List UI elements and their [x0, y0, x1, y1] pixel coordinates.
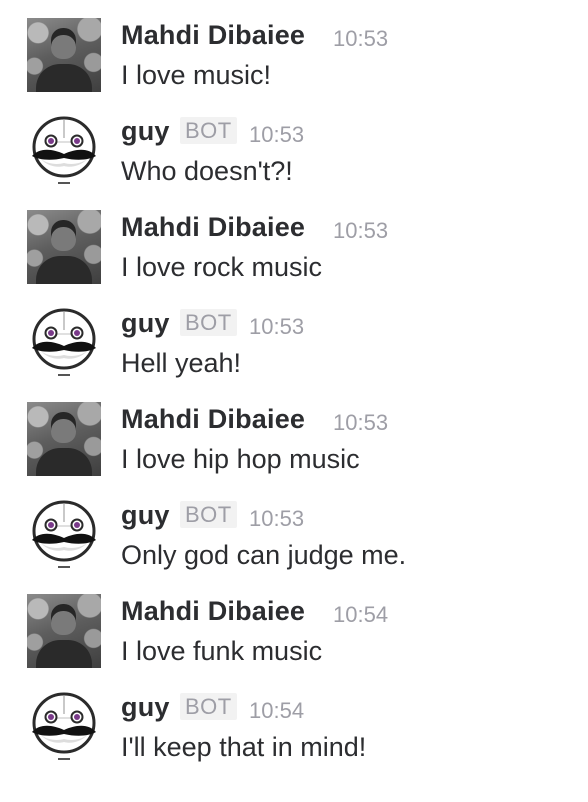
message-timestamp[interactable]: 10:53: [333, 218, 388, 244]
sender-name[interactable]: guy: [121, 116, 170, 147]
sender-name[interactable]: guy: [121, 500, 170, 531]
bot-badge: BOT: [180, 117, 237, 144]
mustache-robot-icon: [32, 500, 96, 568]
user-avatar[interactable]: [27, 210, 101, 284]
mustache-robot-icon: [32, 116, 96, 184]
message-text: I'll keep that in mind!: [121, 732, 367, 762]
message-text: I love funk music: [121, 636, 323, 666]
message-item: guy BOT 10:53 Who doesn't?!: [0, 96, 588, 192]
message-timestamp[interactable]: 10:53: [249, 314, 304, 340]
mustache-robot-icon: [32, 308, 96, 376]
message-timestamp[interactable]: 10:53: [333, 410, 388, 436]
bot-avatar[interactable]: [27, 690, 101, 764]
sender-name[interactable]: guy: [121, 308, 170, 339]
sender-name[interactable]: guy: [121, 692, 170, 723]
avatar-head: [51, 412, 76, 443]
message-item: guy BOT 10:53 Hell yeah!: [0, 288, 588, 384]
message-text: I love rock music: [121, 252, 323, 282]
bot-badge: BOT: [180, 501, 237, 528]
sender-name[interactable]: Mahdi Dibaiee: [121, 596, 305, 627]
message-item: guy BOT 10:53 Only god can judge me.: [0, 480, 588, 576]
avatar-head: [51, 28, 76, 59]
message-timestamp[interactable]: 10:53: [249, 122, 304, 148]
bot-avatar[interactable]: [27, 498, 101, 572]
message-item: Mahdi Dibaiee 10:54 I love funk music: [0, 576, 588, 672]
mustache-robot-icon: [32, 692, 96, 760]
bot-avatar[interactable]: [27, 306, 101, 380]
sender-name[interactable]: Mahdi Dibaiee: [121, 20, 305, 51]
message-item: Mahdi Dibaiee 10:53 I love hip hop music: [0, 384, 588, 480]
message-timestamp[interactable]: 10:53: [333, 26, 388, 52]
user-avatar[interactable]: [27, 594, 101, 668]
message-feed: Mahdi Dibaiee 10:53 I love music! guy BO…: [0, 0, 588, 802]
message-timestamp[interactable]: 10:53: [249, 506, 304, 532]
sender-name[interactable]: Mahdi Dibaiee: [121, 404, 305, 435]
message-timestamp[interactable]: 10:54: [249, 698, 304, 724]
bot-avatar[interactable]: [27, 114, 101, 188]
message-text: I love music!: [121, 60, 272, 90]
avatar-head: [51, 220, 76, 251]
avatar-head: [51, 604, 76, 635]
message-text: I love hip hop music: [121, 444, 360, 474]
message-text: Hell yeah!: [121, 348, 242, 378]
message-item: Mahdi Dibaiee 10:53 I love music!: [0, 0, 588, 96]
message-item: guy BOT 10:54 I'll keep that in mind!: [0, 672, 588, 768]
user-avatar[interactable]: [27, 18, 101, 92]
message-text: Only god can judge me.: [121, 540, 407, 570]
message-timestamp[interactable]: 10:54: [333, 602, 388, 628]
user-avatar[interactable]: [27, 402, 101, 476]
message-text: Who doesn't?!: [121, 156, 293, 186]
sender-name[interactable]: Mahdi Dibaiee: [121, 212, 305, 243]
message-item: Mahdi Dibaiee 10:53 I love rock music: [0, 192, 588, 288]
bot-badge: BOT: [180, 693, 237, 720]
bot-badge: BOT: [180, 309, 237, 336]
